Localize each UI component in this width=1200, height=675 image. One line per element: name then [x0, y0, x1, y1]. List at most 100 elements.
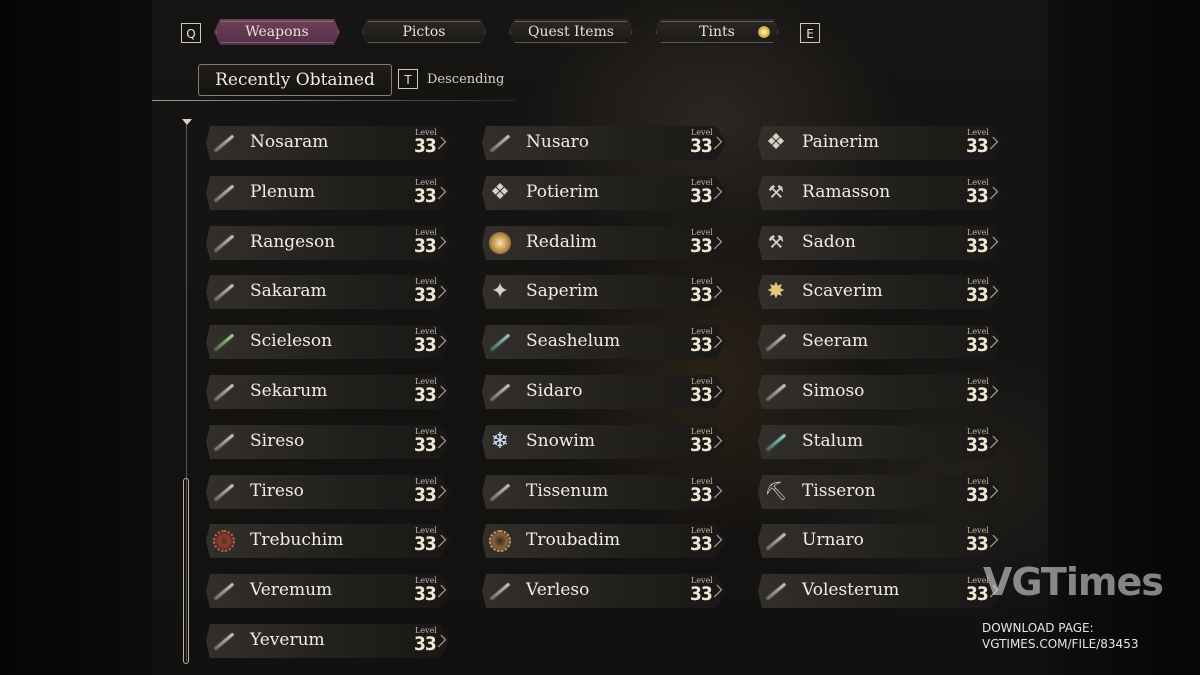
- sword-icon: [210, 428, 238, 456]
- ornament-icon: ❖: [490, 180, 510, 205]
- weapon-item[interactable]: Volesterum Level 33: [758, 574, 1002, 608]
- green-sword-icon: [210, 328, 238, 356]
- weapon-name: Sadon: [802, 232, 856, 252]
- weapon-item[interactable]: Troubadim Level 33: [482, 524, 726, 558]
- level-value: 33: [690, 533, 712, 555]
- weapon-name: Potierim: [526, 182, 599, 202]
- weapon-item[interactable]: ✦ Saperim Level 33: [482, 275, 726, 309]
- weapon-item[interactable]: Seeram Level 33: [758, 325, 1002, 359]
- weapon-name: Yeverum: [250, 630, 325, 650]
- weapon-item[interactable]: Verleso Level 33: [482, 574, 726, 608]
- sword-icon: [210, 627, 238, 655]
- weapon-name: Redalim: [526, 232, 597, 252]
- weapon-item[interactable]: Sireso Level 33: [206, 425, 450, 459]
- weapon-item[interactable]: Sekarum Level 33: [206, 375, 450, 409]
- left-backdrop: [0, 0, 152, 675]
- level-value: 33: [690, 185, 712, 207]
- weapon-item[interactable]: Tireso Level 33: [206, 475, 450, 509]
- weapon-name: Scieleson: [250, 331, 333, 351]
- scrollbar-thumb[interactable]: [183, 478, 189, 664]
- weapon-name: Nusaro: [526, 132, 590, 152]
- level-value: 33: [414, 284, 436, 306]
- level-value: 33: [414, 185, 436, 207]
- weapon-name: Stalum: [802, 431, 864, 451]
- weapon-name: Seashelum: [526, 331, 621, 351]
- tab-weapons[interactable]: Weapons: [214, 19, 340, 45]
- weapon-item[interactable]: ⚒ Ramasson Level 33: [758, 176, 1002, 210]
- sword-icon: [210, 179, 238, 207]
- level-value: 33: [690, 135, 712, 157]
- weapon-item[interactable]: ⚒ Sadon Level 33: [758, 226, 1002, 260]
- weapon-item[interactable]: Nosaram Level 33: [206, 126, 450, 160]
- weapon-name: Saperim: [526, 281, 599, 301]
- new-badge-icon: [758, 26, 770, 38]
- sword-icon: [210, 129, 238, 157]
- watermark-text: DOWNLOAD PAGE: VGTIMES.COM/FILE/83453: [982, 620, 1138, 652]
- weapon-item[interactable]: Rangeson Level 33: [206, 226, 450, 260]
- level-value: 33: [414, 484, 436, 506]
- gold-disc-icon: [486, 229, 514, 257]
- weapon-name: Sireso: [250, 431, 305, 451]
- weapon-item[interactable]: Seashelum Level 33: [482, 325, 726, 359]
- tab-quest-items[interactable]: Quest Items: [508, 19, 634, 45]
- weapon-item[interactable]: ✸ Scaverim Level 33: [758, 275, 1002, 309]
- sword-icon: [210, 577, 238, 605]
- weapon-item[interactable]: ⛏ Tisseron Level 33: [758, 475, 1002, 509]
- weapon-item[interactable]: Stalum Level 33: [758, 425, 1002, 459]
- weapon-item[interactable]: Simoso Level 33: [758, 375, 1002, 409]
- weapon-item[interactable]: Trebuchim Level 33: [206, 524, 450, 558]
- weapon-item[interactable]: Sakaram Level 33: [206, 275, 450, 309]
- weapon-item[interactable]: Urnaro Level 33: [758, 524, 1002, 558]
- level-value: 33: [414, 533, 436, 555]
- sort-toggle-key[interactable]: T: [398, 69, 418, 89]
- red-disc-icon: [210, 527, 238, 555]
- weapon-item[interactable]: Tissenum Level 33: [482, 475, 726, 509]
- weapon-item[interactable]: Redalim Level 33: [482, 226, 726, 260]
- header-divider: [152, 100, 516, 101]
- weapon-name: Plenum: [250, 182, 315, 202]
- next-tab-key[interactable]: E: [800, 23, 820, 43]
- weapon-name: Sidaro: [526, 381, 583, 401]
- level-value: 33: [414, 583, 436, 605]
- weapon-item[interactable]: ❄ Snowim Level 33: [482, 425, 726, 459]
- snowflake-icon: ❄: [490, 429, 510, 454]
- watermark-logo: VGTimes: [983, 560, 1164, 604]
- sort-selector[interactable]: Recently Obtained: [198, 64, 392, 96]
- weapon-item[interactable]: Scieleson Level 33: [206, 325, 450, 359]
- weapon-name: Verleso: [526, 580, 590, 600]
- weapon-item[interactable]: ❖ Potierim Level 33: [482, 176, 726, 210]
- weapon-item[interactable]: Veremum Level 33: [206, 574, 450, 608]
- level-value: 33: [966, 484, 988, 506]
- level-value: 33: [690, 583, 712, 605]
- weapon-name: Nosaram: [250, 132, 329, 152]
- prev-tab-key[interactable]: Q: [181, 23, 201, 43]
- weapon-item[interactable]: Sidaro Level 33: [482, 375, 726, 409]
- level-value: 33: [690, 284, 712, 306]
- tab-pictos[interactable]: Pictos: [361, 19, 487, 45]
- sword-icon: [762, 328, 790, 356]
- level-value: 33: [414, 384, 436, 406]
- tab-tints[interactable]: Tints: [654, 19, 780, 45]
- sort-label: Recently Obtained: [215, 70, 375, 90]
- weapon-item[interactable]: Yeverum Level 33: [206, 624, 450, 658]
- weapon-name: Volesterum: [802, 580, 900, 600]
- weapon-name: Urnaro: [802, 530, 864, 550]
- axe-icon: ⚒: [767, 232, 785, 253]
- weapon-name: Trebuchim: [250, 530, 344, 550]
- level-value: 33: [690, 235, 712, 257]
- sort-direction[interactable]: Descending: [427, 72, 504, 87]
- weapon-item[interactable]: ❖ Painerim Level 33: [758, 126, 1002, 160]
- weapon-item[interactable]: Nusaro Level 33: [482, 126, 726, 160]
- level-value: 33: [414, 235, 436, 257]
- axe-icon: ⚒: [767, 182, 785, 203]
- weapon-name: Scaverim: [802, 281, 883, 301]
- weapon-item[interactable]: Plenum Level 33: [206, 176, 450, 210]
- sword-icon: [486, 378, 514, 406]
- level-value: 33: [966, 434, 988, 456]
- level-value: 33: [966, 135, 988, 157]
- level-value: 33: [414, 135, 436, 157]
- level-value: 33: [966, 533, 988, 555]
- scroll-up-icon[interactable]: [182, 119, 192, 125]
- level-value: 33: [414, 633, 436, 655]
- sword-icon: [210, 278, 238, 306]
